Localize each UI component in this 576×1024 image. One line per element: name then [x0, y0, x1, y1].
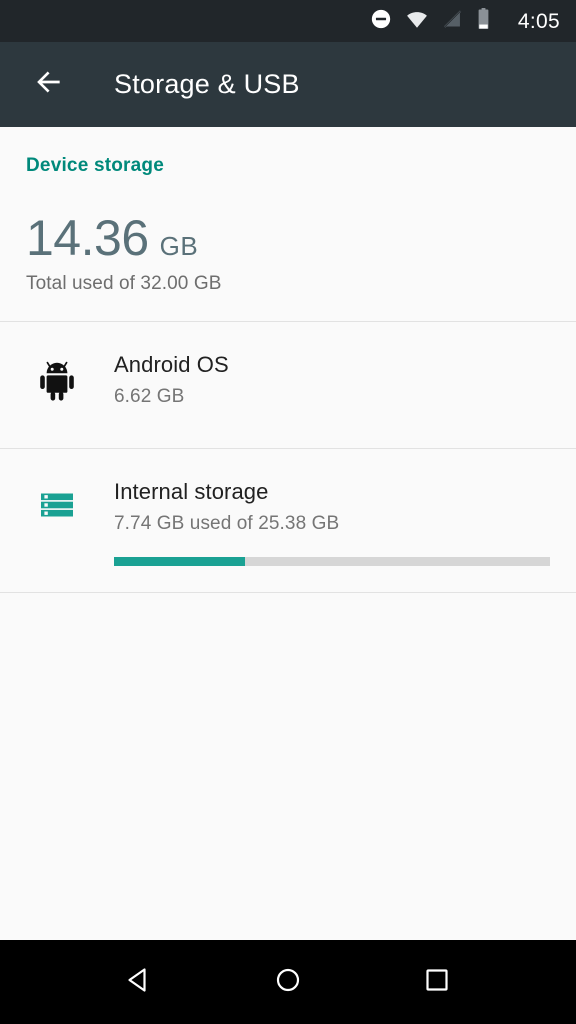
- storage-item-android-os[interactable]: Android OS 6.62 GB: [0, 322, 576, 448]
- square-recents-icon: [420, 963, 454, 1002]
- total-used-value: 14.36: [26, 210, 149, 266]
- status-bar-clock: 4:05: [517, 9, 560, 33]
- app-toolbar: Storage & USB: [0, 42, 576, 127]
- no-sim-icon: [442, 8, 463, 35]
- storage-item-internal-storage[interactable]: Internal storage 7.74 GB used of 25.38 G…: [0, 449, 576, 593]
- arrow-back-icon: [33, 66, 65, 103]
- circle-home-icon: [271, 963, 305, 1002]
- storage-item-text: Android OS 6.62 GB: [114, 352, 552, 408]
- android-robot-icon: [0, 352, 114, 404]
- status-bar-icons: 4:05: [370, 7, 560, 35]
- wifi-icon: [405, 8, 429, 35]
- section-header-device-storage: Device storage: [26, 155, 164, 176]
- storage-item-subtitle: 7.74 GB used of 25.38 GB: [114, 513, 340, 535]
- do-not-disturb-icon: [370, 8, 392, 35]
- total-used-readout: 14.36 GB: [26, 213, 552, 263]
- total-used-caption: Total used of 32.00 GB: [26, 273, 222, 294]
- storage-item-title: Internal storage: [114, 479, 269, 504]
- total-used-unit: GB: [159, 231, 199, 261]
- status-bar: 4:05: [0, 0, 576, 42]
- nav-back-button[interactable]: [103, 946, 175, 1018]
- triangle-back-icon: [122, 963, 156, 1002]
- back-button[interactable]: [28, 64, 70, 106]
- device-storage-summary: Device storage 14.36 GB Total used of 32…: [0, 127, 576, 321]
- system-navigation-bar: [0, 940, 576, 1024]
- storage-item-title: Android OS: [114, 352, 229, 377]
- storage-content: Device storage 14.36 GB Total used of 32…: [0, 127, 576, 940]
- storage-usage-progress-fill: [114, 557, 245, 567]
- divider: [0, 592, 576, 594]
- nav-home-button[interactable]: [252, 946, 324, 1018]
- nav-recents-button[interactable]: [401, 946, 473, 1018]
- battery-icon: [476, 7, 491, 35]
- storage-item-text: Internal storage 7.74 GB used of 25.38 G…: [114, 479, 574, 567]
- storage-item-subtitle: 6.62 GB: [114, 386, 185, 408]
- android-settings-screen: 4:05 Storage & USB Device storage 14.36 …: [0, 0, 576, 1024]
- storage-usage-progress-bar: [114, 557, 550, 567]
- page-title: Storage & USB: [114, 69, 300, 99]
- internal-storage-icon: [0, 479, 114, 527]
